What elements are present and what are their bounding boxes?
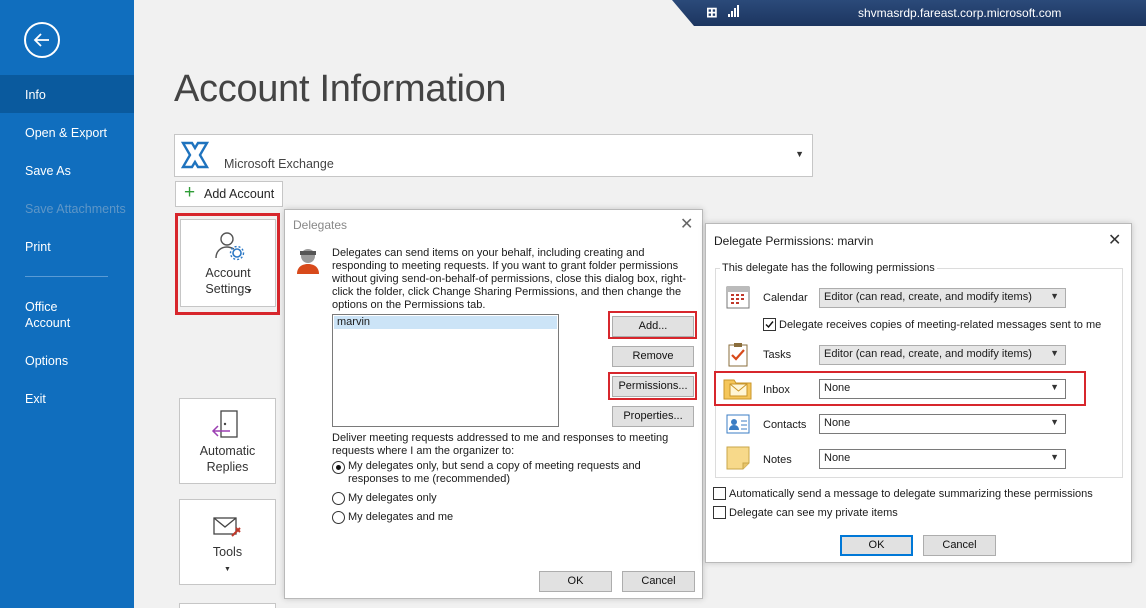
calendar-permission-select[interactable]: Editor (can read, create, and modify ite… bbox=[819, 288, 1066, 308]
cancel-button[interactable]: Cancel bbox=[923, 535, 996, 556]
account-settings-highlight bbox=[175, 213, 280, 315]
tasks-icon bbox=[725, 341, 751, 367]
notes-label: Notes bbox=[763, 454, 792, 466]
automatic-replies-label: Automatic Replies bbox=[199, 444, 256, 474]
nav-save-attachments: Save Attachments bbox=[25, 202, 126, 216]
plus-icon: + bbox=[184, 182, 196, 203]
remote-host-name: shvmasrdp.fareast.corp.microsoft.com bbox=[858, 6, 1062, 20]
nav-print[interactable]: Print bbox=[0, 239, 134, 255]
deliver-label: Deliver meeting requests addressed to me… bbox=[332, 432, 669, 457]
add-account-button[interactable]: + Add Account bbox=[175, 181, 283, 207]
chevron-down-icon: ▼ bbox=[795, 149, 804, 159]
contacts-label: Contacts bbox=[763, 419, 807, 431]
nav-open-export[interactable]: Open & Export bbox=[0, 125, 134, 141]
private-items-checkbox[interactable] bbox=[713, 506, 726, 519]
cancel-button[interactable]: Cancel bbox=[622, 571, 695, 592]
close-icon[interactable]: ✕ bbox=[680, 214, 693, 234]
radio-delegates-and-me[interactable] bbox=[332, 511, 345, 524]
ok-button[interactable]: OK bbox=[539, 571, 612, 592]
delegate-permissions-dialog: Delegate Permissions: marvin ✕ This dele… bbox=[705, 223, 1132, 563]
remove-button[interactable]: Remove bbox=[612, 346, 694, 367]
list-item[interactable]: marvin bbox=[334, 316, 557, 329]
page-title: Account Information bbox=[174, 68, 507, 110]
exchange-icon bbox=[180, 140, 210, 173]
calendar-icon bbox=[725, 284, 751, 310]
notes-icon bbox=[725, 445, 751, 471]
properties-button[interactable]: Properties... bbox=[612, 406, 694, 427]
permissions-highlight bbox=[608, 372, 697, 400]
nav-info[interactable]: Info bbox=[0, 75, 134, 113]
account-selector[interactable]: Microsoft Exchange ▼ bbox=[174, 134, 813, 177]
remote-connection-bar: ⊞ shvmasrdp.fareast.corp.microsoft.com bbox=[672, 0, 1146, 26]
dialog-title: Delegates bbox=[293, 218, 348, 232]
group-label: This delegate has the following permissi… bbox=[720, 262, 937, 274]
delegates-list[interactable]: marvin bbox=[332, 314, 559, 427]
add-account-label: Add Account bbox=[204, 187, 275, 201]
chevron-down-icon: ▼ bbox=[1050, 452, 1059, 462]
automatic-replies-button[interactable]: Automatic Replies bbox=[179, 398, 276, 484]
select-value: None bbox=[824, 452, 851, 464]
select-value: Editor (can read, create, and modify ite… bbox=[824, 348, 1032, 360]
inbox-highlight bbox=[714, 371, 1086, 406]
chevron-down-icon: ▼ bbox=[1050, 348, 1059, 358]
radio-label: My delegates only, but send a copy of me… bbox=[348, 460, 641, 485]
private-items-label: Delegate can see my private items bbox=[729, 507, 898, 519]
nav-divider bbox=[25, 276, 108, 277]
nav-office-account[interactable]: Office Account bbox=[0, 299, 134, 331]
contacts-icon bbox=[725, 411, 751, 437]
backstage-sidebar: Info Open & Export Save As Save Attachme… bbox=[0, 0, 134, 608]
pin-icon[interactable]: ⊞ bbox=[706, 4, 718, 21]
tools-button[interactable]: Tools ▼ bbox=[179, 499, 276, 585]
add-highlight bbox=[608, 311, 697, 339]
nav-exit[interactable]: Exit bbox=[0, 391, 134, 407]
copies-checkbox[interactable] bbox=[763, 318, 776, 331]
chevron-down-icon: ▼ bbox=[1050, 417, 1059, 427]
chevron-down-icon: ▼ bbox=[224, 566, 231, 573]
auto-message-checkbox[interactable] bbox=[713, 487, 726, 500]
tools-label: Tools bbox=[212, 545, 243, 559]
tile-partial[interactable] bbox=[179, 603, 276, 608]
delegates-dialog: Delegates ✕ Delegates can send items on … bbox=[284, 209, 703, 599]
nav-options[interactable]: Options bbox=[0, 353, 134, 369]
chevron-down-icon: ▼ bbox=[1050, 291, 1059, 301]
nav-save-as[interactable]: Save As bbox=[0, 163, 134, 179]
close-icon[interactable]: ✕ bbox=[1108, 230, 1121, 250]
radio-delegates-copy[interactable] bbox=[332, 461, 345, 474]
copies-label: Delegate receives copies of meeting-rela… bbox=[779, 319, 1102, 331]
tasks-permission-select[interactable]: Editor (can read, create, and modify ite… bbox=[819, 345, 1066, 365]
ok-button[interactable]: OK bbox=[840, 535, 913, 556]
radio-label: My delegates and me bbox=[348, 511, 454, 523]
calendar-label: Calendar bbox=[763, 292, 808, 304]
signal-icon bbox=[728, 5, 740, 20]
select-value: Editor (can read, create, and modify ite… bbox=[824, 291, 1032, 303]
radio-delegates-only[interactable] bbox=[332, 492, 345, 505]
back-arrow-icon[interactable] bbox=[24, 22, 60, 58]
tasks-label: Tasks bbox=[763, 349, 792, 361]
contacts-permission-select[interactable]: None ▼ bbox=[819, 414, 1066, 434]
dialog-title: Delegate Permissions: marvin bbox=[714, 234, 874, 248]
delegates-description: Delegates can send items on your behalf,… bbox=[332, 247, 687, 311]
auto-message-label: Automatically send a message to delegate… bbox=[729, 488, 1093, 500]
notes-permission-select[interactable]: None ▼ bbox=[819, 449, 1066, 469]
account-type: Microsoft Exchange bbox=[224, 157, 334, 171]
door-arrow-icon bbox=[210, 409, 242, 445]
radio-label: My delegates only bbox=[348, 492, 437, 504]
delegate-user-icon bbox=[294, 246, 322, 279]
envelope-tools-icon bbox=[212, 514, 244, 546]
select-value: None bbox=[824, 417, 851, 429]
